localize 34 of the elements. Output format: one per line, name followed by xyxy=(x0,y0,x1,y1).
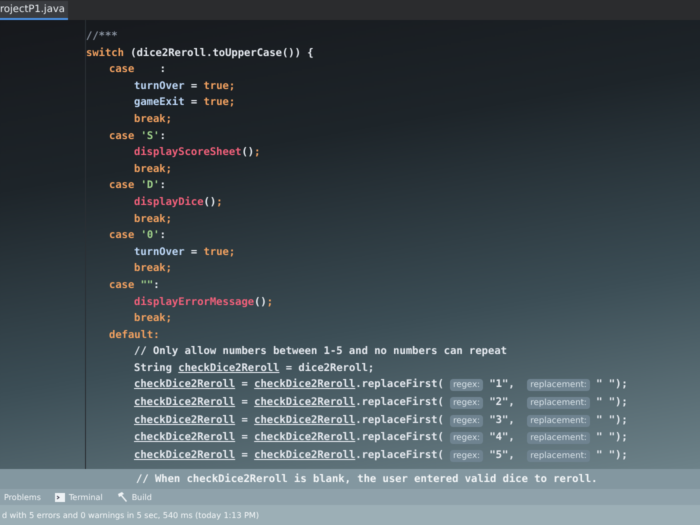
code-line: default: xyxy=(109,328,160,341)
code-line: case : xyxy=(109,63,166,76)
code-line: turnOver = true; xyxy=(134,80,236,92)
build-tab[interactable]: Build xyxy=(116,492,152,502)
code-line: turnOver = true; xyxy=(134,246,236,258)
code-line: // Only allow numbers between 1-5 and no numbers can repeat xyxy=(134,345,507,358)
code-line: displayScoreSheet(); xyxy=(134,146,260,158)
problems-tab[interactable]: Problems xyxy=(4,492,41,502)
code-line: break; xyxy=(134,262,172,274)
code-line: // When checkDice2Reroll is blank, the user entered valid dice to reroll. xyxy=(136,473,598,485)
code-line: break; xyxy=(134,312,172,324)
code-line: case '0': xyxy=(109,229,166,242)
code-line: case "": xyxy=(109,278,160,291)
code-line: break; xyxy=(134,112,172,125)
code-line: checkDice2Reroll = checkDice2Reroll.replaceFirst( regex: "4", replacement: " "); xyxy=(134,431,628,444)
code-line: //*** xyxy=(86,30,118,42)
code-line: displayErrorMessage(); xyxy=(134,296,274,308)
hammer-icon xyxy=(116,492,128,502)
status-message: d with 5 errors and 0 warnings in 5 sec, 540 ms (today 1:13 PM) xyxy=(0,505,700,525)
code-line: case 'D': xyxy=(109,179,166,192)
code-line: checkDice2Reroll = checkDice2Reroll.replaceFirst( regex: "5", replacement: " "); xyxy=(134,448,628,461)
terminal-icon xyxy=(54,492,65,502)
file-tab[interactable]: rojectP1.java xyxy=(0,1,68,20)
code-line: checkDice2Reroll = checkDice2Reroll.replaceFirst( regex: "1", replacement: " "); xyxy=(134,378,628,390)
code-line: break; xyxy=(134,162,172,175)
code-line: gameExit = true; xyxy=(134,96,236,108)
code-line: String checkDice2Reroll = dice2Reroll; xyxy=(134,362,374,374)
terminal-tab[interactable]: Terminal xyxy=(54,492,103,502)
code-line: checkDice2Reroll = checkDice2Reroll.replaceFirst( regex: "3", replacement: " "); xyxy=(134,414,628,426)
code-line: case 'S': xyxy=(109,130,166,142)
code-line: break; xyxy=(134,212,172,225)
code-line: checkDice2Reroll = checkDice2Reroll.replaceFirst( regex: "2", replacement: " "); xyxy=(134,396,628,408)
code-line: switch (dice2Reroll.toUpperCase()) { xyxy=(86,46,314,59)
code-line: displayDice(); xyxy=(134,196,223,208)
